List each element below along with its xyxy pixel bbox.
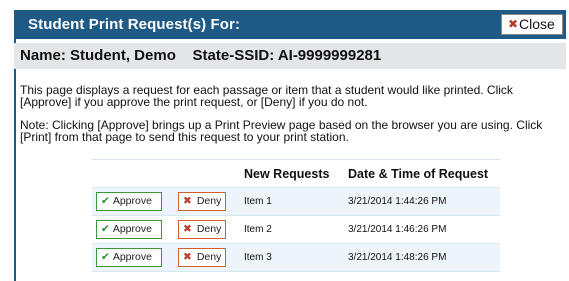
- deny-cell: ✖ Deny: [174, 243, 240, 272]
- requests-table: New Requests Date & Time of Request ✔ App…: [92, 159, 500, 272]
- datetime-cell: 3/21/2014 1:46:26 PM: [344, 215, 500, 244]
- deny-cell: ✖ Deny: [174, 187, 240, 216]
- approve-button[interactable]: ✔ Approve: [96, 248, 162, 267]
- checkmark-icon: ✔: [101, 195, 110, 207]
- approve-cell: ✔ Approve: [92, 215, 174, 244]
- close-x-icon: ✖: [508, 17, 519, 31]
- datetime-cell: 3/21/2014 1:44:26 PM: [344, 187, 500, 216]
- student-name-ssid: Name: Student, Demo State-SSID: AI-99999…: [20, 47, 382, 64]
- approve-button[interactable]: ✔ Approve: [96, 220, 162, 239]
- deny-label: Deny: [196, 195, 222, 207]
- instruction-paragraph: This page displays a request for each pa…: [20, 83, 513, 109]
- checkmark-icon: ✔: [101, 251, 110, 263]
- header-date-time: Date & Time of Request: [344, 159, 500, 188]
- note-paragraph: Note: Clicking [Approve] brings up a Pri…: [20, 118, 543, 144]
- cross-icon: ✖: [183, 223, 192, 235]
- print-request-dialog: Student Print Request(s) For: ✖ Close Na…: [0, 0, 569, 281]
- approve-label: Approve: [112, 223, 152, 235]
- datetime-cell: 3/21/2014 1:48:26 PM: [344, 243, 500, 272]
- item-cell: Item 3: [240, 243, 344, 272]
- cross-icon: ✖: [183, 251, 192, 263]
- student-info-bar: Name: Student, Demo State-SSID: AI-99999…: [14, 43, 566, 69]
- deny-cell: ✖ Deny: [174, 215, 240, 244]
- deny-button[interactable]: ✖ Deny: [178, 248, 226, 267]
- approve-label: Approve: [112, 251, 152, 263]
- approve-label: Approve: [112, 195, 152, 207]
- deny-label: Deny: [196, 223, 222, 235]
- checkmark-icon: ✔: [101, 223, 110, 235]
- close-button[interactable]: ✖ Close: [501, 14, 563, 35]
- approve-button[interactable]: ✔ Approve: [96, 192, 162, 211]
- deny-button[interactable]: ✖ Deny: [178, 220, 226, 239]
- header-approve-col: [92, 159, 174, 188]
- table-header-row: New Requests Date & Time of Request: [92, 159, 500, 188]
- dialog-left-border: [14, 39, 16, 281]
- header-new-requests: New Requests: [240, 159, 344, 188]
- header-deny-col: [174, 159, 240, 188]
- close-button-label: Close: [519, 16, 555, 32]
- dialog-title: Student Print Request(s) For:: [28, 16, 241, 33]
- deny-label: Deny: [196, 251, 222, 263]
- dialog-titlebar: Student Print Request(s) For: ✖ Close: [14, 10, 566, 39]
- table-row: ✔ Approve ✖ Deny Item 3 3/21/2014 1:48:26 …: [92, 243, 500, 272]
- approve-cell: ✔ Approve: [92, 187, 174, 216]
- deny-button[interactable]: ✖ Deny: [178, 192, 226, 211]
- table-row: ✔ Approve ✖ Deny Item 2 3/21/2014 1:46:26 …: [92, 215, 500, 244]
- approve-cell: ✔ Approve: [92, 243, 174, 272]
- item-cell: Item 2: [240, 215, 344, 244]
- table-row: ✔ Approve ✖ Deny Item 1 3/21/2014 1:44:26 …: [92, 187, 500, 216]
- item-cell: Item 1: [240, 187, 344, 216]
- cross-icon: ✖: [183, 195, 192, 207]
